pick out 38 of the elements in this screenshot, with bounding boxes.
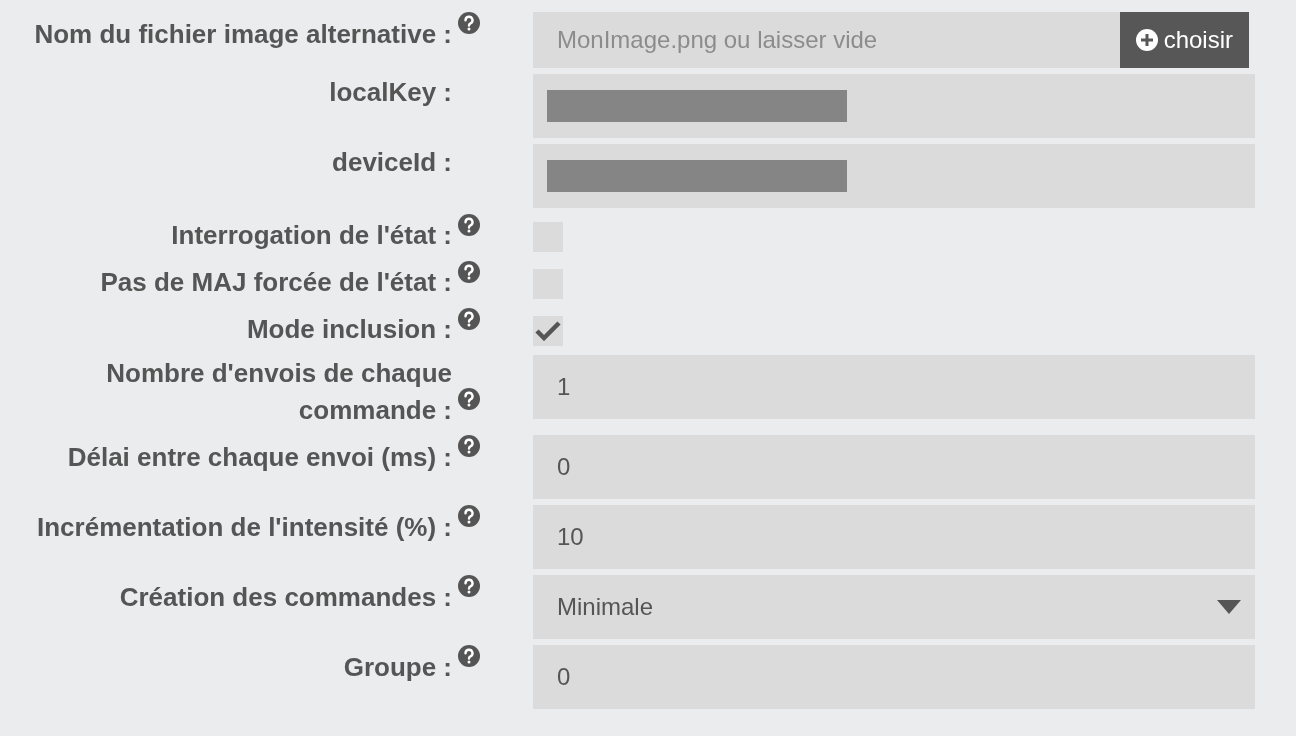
- help-icon[interactable]: [458, 214, 480, 236]
- help-icon[interactable]: [458, 308, 480, 330]
- help-icon[interactable]: [458, 505, 480, 527]
- text-field[interactable]: 1: [533, 355, 1255, 419]
- field-label: Création des commandes :: [119, 581, 452, 614]
- field-label: Mode inclusion :: [246, 313, 452, 346]
- help-icon[interactable]: [458, 261, 480, 283]
- text-field[interactable]: [533, 74, 1255, 138]
- value-input[interactable]: 1: [557, 373, 1255, 401]
- field-label: Interrogation de l'état :: [171, 219, 452, 252]
- value-input[interactable]: 10: [557, 523, 1255, 551]
- value-input[interactable]: 0: [557, 663, 1255, 691]
- field-label: Délai entre chaque envoi (ms) :: [67, 441, 452, 474]
- field-label: Nom du fichier image alternative :: [34, 18, 452, 51]
- text-field[interactable]: 0: [533, 435, 1255, 499]
- plus-circle-icon: [1135, 29, 1158, 51]
- checkbox[interactable]: [533, 316, 563, 346]
- text-field[interactable]: 10: [533, 505, 1255, 569]
- file-name-field[interactable]: MonImage.png ou laisser vide choisir: [533, 12, 1249, 68]
- check-icon: [535, 321, 561, 341]
- field-label: Pas de MAJ forcée de l'état :: [100, 266, 452, 299]
- file-name-input[interactable]: MonImage.png ou laisser vide: [557, 26, 1120, 54]
- help-icon[interactable]: [458, 575, 480, 597]
- field-label: Incrémentation de l'intensité (%) :: [37, 511, 452, 544]
- field-label: deviceId :: [332, 146, 452, 179]
- field-label: Nombre d'envois de chaque commande :: [105, 357, 452, 427]
- dropdown[interactable]: Minimale: [533, 575, 1255, 639]
- field-label: Groupe :: [343, 651, 452, 684]
- text-field[interactable]: [533, 144, 1255, 208]
- help-icon[interactable]: [458, 435, 480, 457]
- help-icon[interactable]: [458, 12, 480, 34]
- choose-button[interactable]: choisir: [1119, 12, 1249, 68]
- value-input[interactable]: 0: [557, 453, 1255, 481]
- help-icon[interactable]: [458, 388, 480, 410]
- help-icon[interactable]: [458, 645, 480, 667]
- field-label: localKey :: [329, 76, 452, 109]
- text-field[interactable]: 0: [533, 645, 1255, 709]
- caret-icon: [1217, 600, 1241, 614]
